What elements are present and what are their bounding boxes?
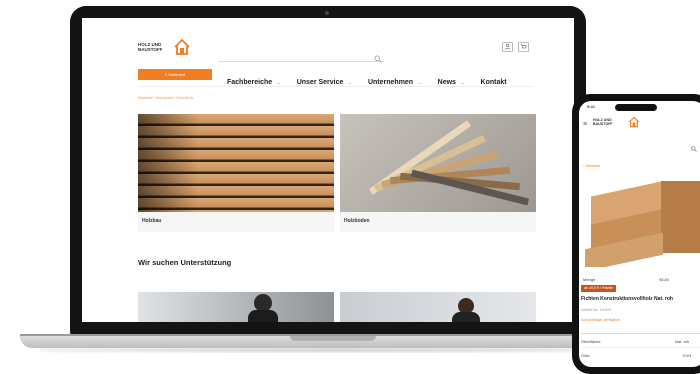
sortiment-button[interactable]: ≡ Sortiment	[138, 69, 212, 80]
divider	[581, 333, 700, 334]
cart-icon[interactable]	[518, 42, 529, 52]
card-holzbau[interactable]: Holzbau	[138, 114, 334, 232]
nav-item-fachbereiche[interactable]: Fachbereiche	[227, 79, 272, 86]
search-icon[interactable]	[691, 139, 697, 157]
laptop-camera	[325, 11, 329, 15]
price-badge: ab 49,5 € / Palette	[581, 285, 617, 292]
product-meta: Artikel-Nr. 10003	[581, 307, 611, 312]
nav-item-unternehmen[interactable]: Unternehmen	[368, 79, 413, 86]
logo-house-icon	[172, 38, 192, 58]
job-image-2	[340, 292, 536, 322]
wood-beams-image	[138, 114, 334, 212]
logo-line-2: BAUSTOFF	[593, 122, 613, 126]
card-caption: Holzbau	[142, 218, 162, 224]
phone-dynamic-island	[615, 104, 657, 111]
product-title: Fichten Konstruktionsvollholz Nat. roh	[581, 296, 673, 302]
job-image-1	[138, 292, 334, 322]
phone-logo[interactable]: HOLZ UND BAUSTOFF	[593, 118, 613, 126]
site-logo[interactable]: HOLZ UND BAUSTOFF	[138, 38, 198, 62]
hamburger-icon[interactable]: ≡	[583, 121, 587, 128]
back-link[interactable]: ‹ Holzbau	[583, 163, 600, 168]
logo-house-icon	[627, 115, 641, 133]
availability: Auf Anfrage verfügbar	[581, 317, 620, 322]
laptop-notch	[290, 336, 376, 341]
spec-row-1-label: Oberfläche	[581, 339, 601, 344]
divider	[581, 347, 700, 348]
nav-item-kontakt[interactable]: Kontakt	[481, 79, 507, 86]
search-input[interactable]	[218, 51, 384, 63]
status-time: 9:41	[587, 104, 596, 109]
laptop-screen: HOLZ UND BAUSTOFF ≡ Sortiment Fachbereic…	[82, 18, 574, 322]
nav-item-news[interactable]: News	[438, 79, 456, 86]
nav-item-unser-service[interactable]: Unser Service	[297, 79, 344, 86]
spec-row-2-value: KVH	[683, 353, 692, 358]
nav-divider	[138, 86, 534, 87]
breadcrumb[interactable]: Startseite / Holzhandel / Schnittholz	[138, 96, 193, 100]
product-image	[581, 181, 700, 267]
spec-row-1-value: Nat. roh	[675, 339, 690, 344]
quantity-label: Menge	[583, 277, 596, 282]
user-icon[interactable]	[502, 42, 513, 52]
search-icon[interactable]	[374, 50, 382, 68]
section-title: Wir suchen Unterstützung	[138, 258, 232, 267]
card-holzboden[interactable]: Holzboden	[340, 114, 536, 232]
quantity-value: 98,84	[659, 277, 670, 282]
card-caption: Holzboden	[344, 218, 370, 224]
spec-row-2-label: Güte	[581, 353, 590, 358]
wood-samples-image	[340, 114, 536, 212]
phone-screen: 9:41 ≡ HOLZ UND BAUSTOFF ‹ Holzbau Menge…	[579, 101, 700, 367]
